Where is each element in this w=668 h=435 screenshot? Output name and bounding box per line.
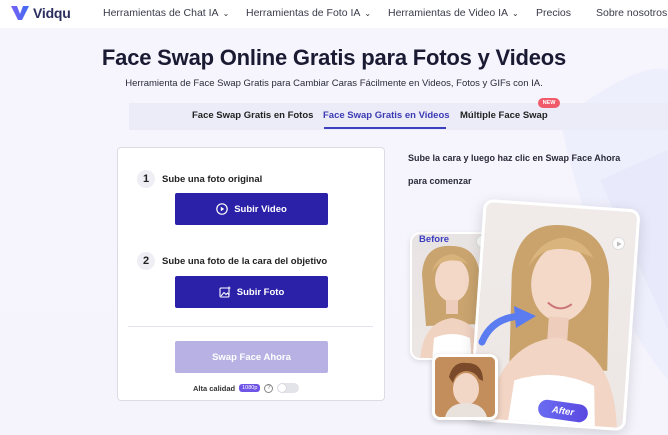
man-face-illustration [435,357,495,417]
swap-arrow-icon [478,306,536,346]
target-face-image [432,354,498,420]
